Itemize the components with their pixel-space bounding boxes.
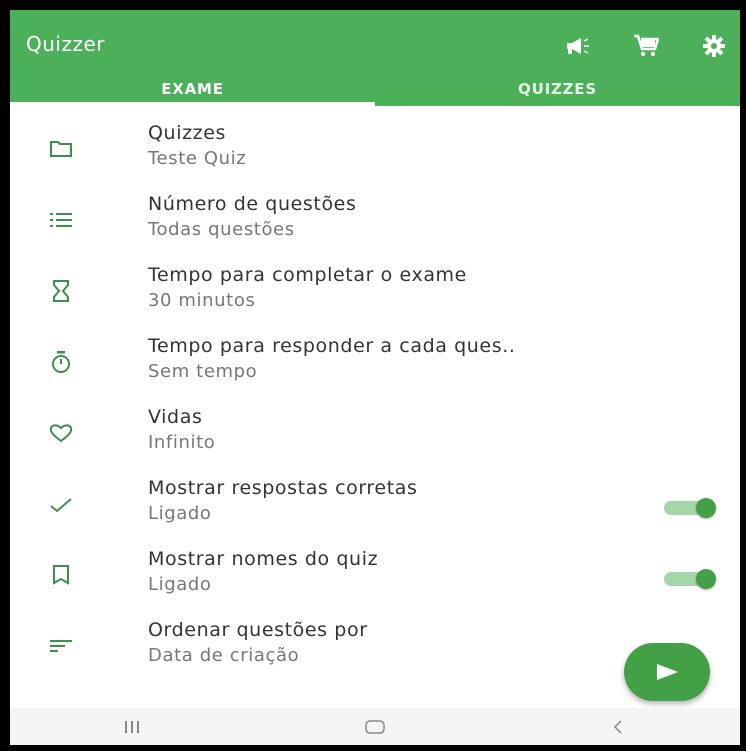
megaphone-icon[interactable] [564, 32, 592, 60]
tab-bar: EXAME QUIZZES [10, 72, 740, 106]
sort-icon [48, 633, 74, 659]
setting-question-time[interactable]: Tempo para responder a cada ques.. Sem t… [10, 327, 740, 398]
setting-title: Quizzes [148, 122, 227, 144]
setting-value: 30 minutos [148, 290, 256, 311]
show-quiz-names-toggle[interactable] [662, 568, 718, 589]
setting-title: Vidas [148, 406, 203, 428]
toolbar-actions [564, 32, 728, 60]
cart-icon[interactable] [632, 32, 660, 60]
recents-icon[interactable] [92, 712, 172, 742]
toggle-thumb [696, 498, 716, 518]
setting-title: Tempo para completar o exame [148, 264, 467, 286]
folder-icon [48, 136, 74, 162]
setting-value: Todas questões [148, 219, 295, 240]
setting-value: Infinito [148, 432, 216, 453]
setting-value: Teste Quiz [148, 148, 247, 169]
app-title: Quizzer [26, 32, 105, 56]
tab-exame[interactable]: EXAME [10, 72, 375, 106]
setting-value: Data de criação [148, 645, 300, 666]
setting-title: Mostrar respostas corretas [148, 477, 418, 499]
tab-quizzes[interactable]: QUIZZES [375, 72, 740, 106]
setting-exam-time[interactable]: Tempo para completar o exame 30 minutos [10, 256, 740, 327]
setting-title: Número de questões [148, 193, 357, 215]
settings-list: Quizzes Teste Quiz Número de questões To… [10, 114, 740, 682]
app-screen: Quizzer EXAME QUIZZES Quizzes Teste Quiz [10, 10, 740, 745]
check-icon [48, 491, 74, 517]
setting-value: Ligado [148, 574, 212, 595]
play-icon [657, 664, 678, 680]
start-exam-button[interactable] [624, 643, 710, 701]
setting-title: Ordenar questões por [148, 619, 368, 641]
setting-value: Sem tempo [148, 361, 258, 382]
toggle-thumb [696, 569, 716, 589]
setting-title: Mostrar nomes do quiz [148, 548, 379, 570]
setting-value: Ligado [148, 503, 212, 524]
hourglass-icon [48, 278, 74, 304]
setting-show-quiz-names[interactable]: Mostrar nomes do quiz Ligado [10, 540, 740, 611]
back-icon[interactable] [578, 712, 658, 742]
setting-lives[interactable]: Vidas Infinito [10, 398, 740, 469]
gear-icon[interactable] [700, 32, 728, 60]
setting-show-answers[interactable]: Mostrar respostas corretas Ligado [10, 469, 740, 540]
app-bar: Quizzer EXAME QUIZZES [10, 10, 740, 106]
setting-quizzes[interactable]: Quizzes Teste Quiz [10, 114, 740, 185]
home-icon[interactable] [335, 712, 415, 742]
system-nav-bar [10, 708, 740, 745]
label-icon [48, 562, 74, 588]
stopwatch-icon [48, 349, 74, 375]
setting-title: Tempo para responder a cada ques.. [148, 335, 516, 357]
show-answers-toggle[interactable] [662, 497, 718, 518]
setting-question-count[interactable]: Número de questões Todas questões [10, 185, 740, 256]
heart-icon [48, 420, 74, 446]
list-number-icon [48, 207, 74, 233]
